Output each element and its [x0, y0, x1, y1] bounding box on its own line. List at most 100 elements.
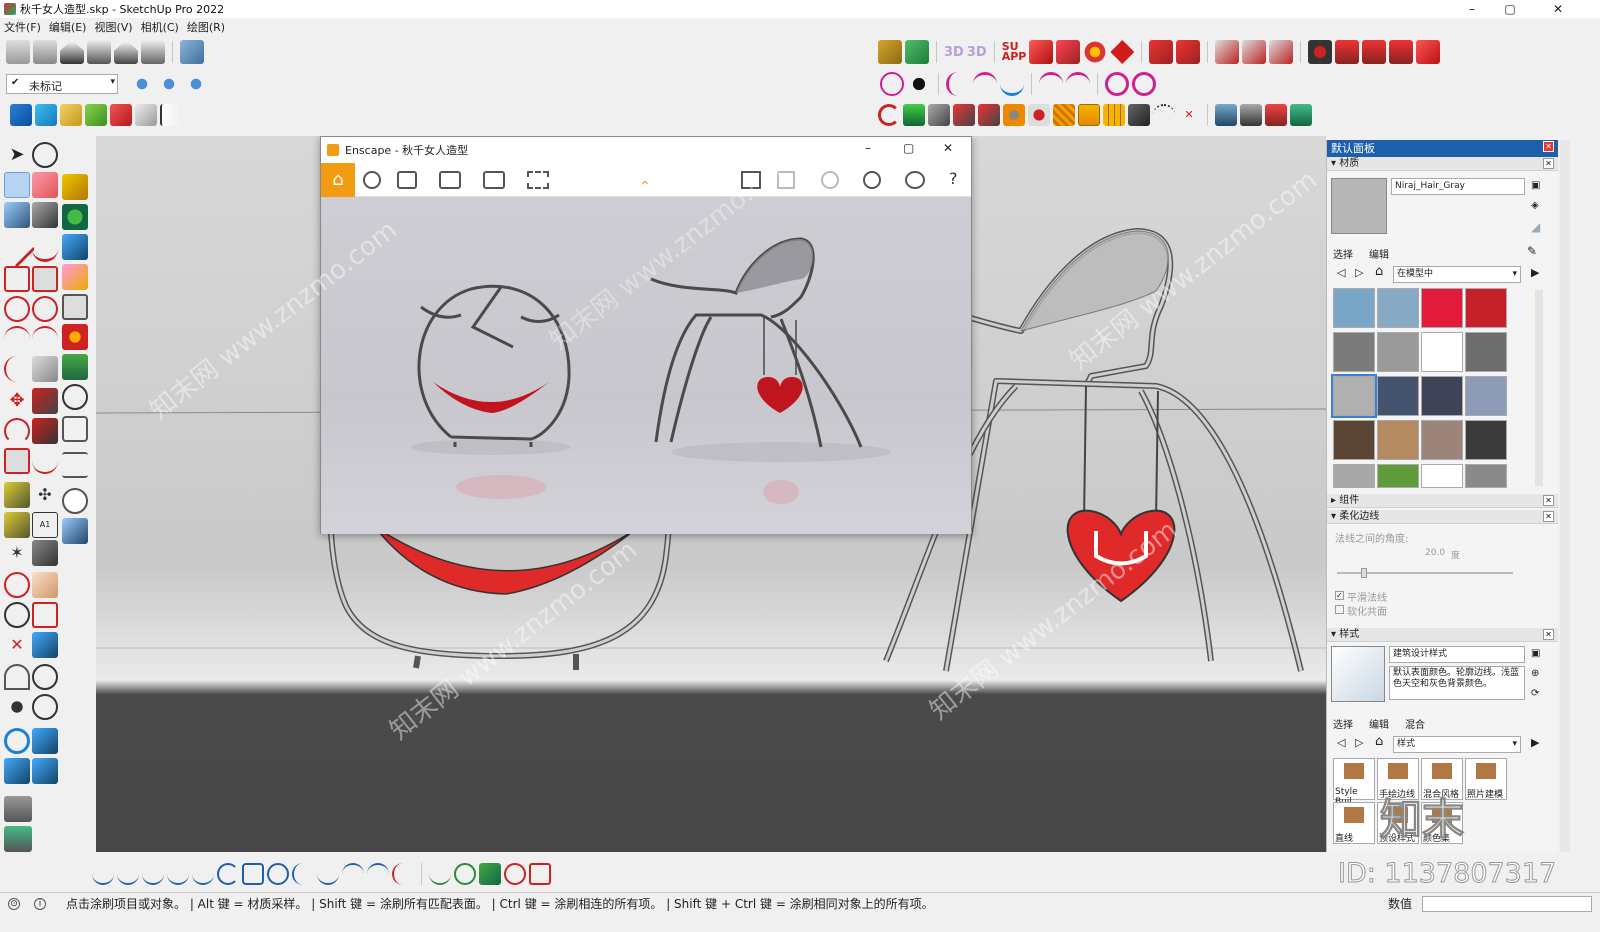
style-name-field[interactable]: 建筑设计样式 — [1389, 646, 1525, 663]
left-view-icon[interactable] — [141, 40, 165, 64]
material-swatch[interactable] — [1465, 376, 1507, 416]
bezier-q-icon[interactable] — [504, 863, 526, 885]
line-icon[interactable] — [0, 230, 36, 268]
model-viewport[interactable]: Enscape - 秋千女人造型 – ▢ ✕ ⌂ ⌃ ? — [96, 136, 1326, 852]
materials-close-button[interactable]: ✕ — [1543, 158, 1554, 169]
enscape-vr-icon[interactable] — [821, 171, 839, 189]
select-arrow-icon[interactable]: ➤ — [4, 142, 30, 168]
sandbox-a-icon[interactable] — [4, 728, 30, 754]
material-swatch[interactable] — [1377, 332, 1419, 372]
curve-h-icon[interactable] — [1105, 72, 1129, 96]
sandbox-c-icon[interactable] — [4, 758, 30, 784]
enscape-eye-icon[interactable] — [905, 171, 925, 189]
back-view-icon[interactable] — [114, 40, 138, 64]
arc-icon[interactable] — [4, 326, 30, 352]
enscape-video-icon[interactable] — [483, 171, 505, 189]
layer-green-icon[interactable] — [85, 104, 107, 126]
ext-tree-icon[interactable] — [903, 104, 925, 126]
flag-icon[interactable] — [160, 104, 182, 126]
bezier-o-icon[interactable] — [454, 863, 476, 885]
material-swatch[interactable] — [1421, 420, 1463, 460]
tray-close-button[interactable]: ✕ — [1543, 141, 1554, 152]
create-style-icon[interactable]: ▣ — [1531, 648, 1540, 659]
ext-layout-c-icon[interactable] — [1265, 104, 1287, 126]
material-swatch[interactable] — [1465, 464, 1507, 488]
material-swatch[interactable] — [1465, 288, 1507, 328]
geo-location-icon[interactable]: ⊙ — [8, 897, 20, 910]
bezier-m-icon[interactable] — [392, 863, 414, 885]
styles-back-icon[interactable]: ◁ — [1337, 736, 1345, 749]
styles-home-icon[interactable]: ⌂ — [1375, 734, 1383, 749]
sample-paint-icon[interactable]: ◢ — [1531, 220, 1540, 234]
material-swatch[interactable] — [1421, 376, 1463, 416]
zoom-icon[interactable] — [4, 602, 30, 628]
iso-view-icon[interactable] — [6, 40, 30, 64]
previous-view-icon[interactable] — [32, 632, 58, 658]
material-swatch[interactable] — [1333, 332, 1375, 372]
tray-scrollbar[interactable] — [1560, 140, 1570, 852]
layer-yellow-icon[interactable] — [60, 104, 82, 126]
3pt-arc-icon[interactable] — [4, 356, 30, 382]
ext-grid-b-icon[interactable] — [1078, 104, 1100, 126]
bezier-l-icon[interactable] — [367, 863, 389, 885]
ext-cake-icon[interactable] — [1335, 40, 1360, 64]
zoom-extents-icon[interactable]: ✕ — [4, 632, 30, 658]
create-material-icon[interactable]: ▣ — [1531, 180, 1540, 191]
enscape-map-icon[interactable] — [741, 171, 761, 189]
bezier-p-icon[interactable] — [479, 863, 501, 885]
bezier-n-icon[interactable] — [429, 863, 451, 885]
pan-icon[interactable] — [32, 572, 58, 598]
eraser-icon[interactable] — [32, 172, 58, 198]
menu-edit[interactable]: 编辑(E) — [49, 19, 87, 35]
soften-close-button[interactable]: ✕ — [1543, 511, 1554, 522]
move-icon[interactable]: ✥ — [4, 388, 30, 414]
material-swatch[interactable] — [1333, 288, 1375, 328]
ext-red-box-icon[interactable] — [1029, 40, 1054, 64]
enscape-help-icon[interactable]: ? — [949, 169, 958, 188]
material-swatch[interactable] — [1465, 420, 1507, 460]
style-thumb[interactable]: Style Buil — [1333, 758, 1375, 807]
ext-wave-icon[interactable] — [1416, 40, 1441, 64]
styles-close-button[interactable]: ✕ — [1543, 629, 1554, 640]
tag-dash-icon[interactable] — [157, 72, 181, 96]
enscape-sync-icon[interactable] — [363, 171, 381, 189]
material-swatch[interactable] — [1421, 464, 1463, 488]
rotate-icon[interactable] — [4, 418, 30, 444]
ext-grid-c-icon[interactable] — [1103, 104, 1125, 126]
styles-tab-edit[interactable]: 编辑 — [1369, 716, 1389, 731]
refresh-style-icon[interactable]: ⟳ — [1531, 688, 1539, 699]
curve-b-icon[interactable] — [907, 72, 931, 96]
layer-red-icon[interactable] — [110, 104, 132, 126]
info-icon[interactable] — [62, 518, 88, 544]
styles-forward-icon[interactable]: ▷ — [1355, 736, 1363, 749]
enscape-window[interactable]: Enscape - 秋千女人造型 – ▢ ✕ ⌂ ⌃ ? — [320, 136, 972, 534]
back-arrow-icon[interactable]: ◁ — [1337, 266, 1345, 279]
curve-e-icon[interactable] — [1000, 72, 1024, 96]
enscape-render-view[interactable] — [321, 197, 971, 534]
ext-box-icon[interactable] — [878, 40, 902, 64]
share-icon[interactable] — [62, 234, 88, 260]
materials-tab-edit[interactable]: 编辑 — [1369, 246, 1389, 261]
eyedropper-icon[interactable]: ✎ — [1527, 244, 1537, 258]
ext-undo-icon[interactable] — [878, 104, 900, 126]
materials-section-header[interactable]: ▾ 材质 ✕ — [1327, 157, 1558, 171]
chat-icon[interactable] — [62, 488, 88, 514]
zoom-window-icon[interactable] — [32, 602, 58, 628]
curve-c-icon[interactable] — [946, 72, 970, 96]
freehand-icon[interactable] — [32, 236, 58, 262]
components-close-button[interactable]: ✕ — [1543, 495, 1554, 506]
scene-a-icon[interactable] — [4, 796, 32, 822]
gear-icon[interactable] — [62, 384, 88, 410]
material-swatch[interactable] — [1377, 420, 1419, 460]
ext-dome-icon[interactable] — [1362, 40, 1387, 64]
tree-icon[interactable] — [62, 354, 88, 380]
layer-cyan-icon[interactable] — [35, 104, 57, 126]
tag-color-icon[interactable] — [130, 72, 154, 96]
enscape-batch-icon[interactable] — [527, 171, 549, 189]
bezier-h-icon[interactable] — [267, 863, 289, 885]
protractor-icon[interactable] — [4, 512, 30, 538]
enscape-collapse-icon[interactable]: ⌃ — [639, 179, 651, 195]
bezier-e-icon[interactable] — [192, 863, 214, 885]
material-swatch[interactable] — [1465, 332, 1507, 372]
ext-bowl-icon[interactable] — [1389, 40, 1414, 64]
